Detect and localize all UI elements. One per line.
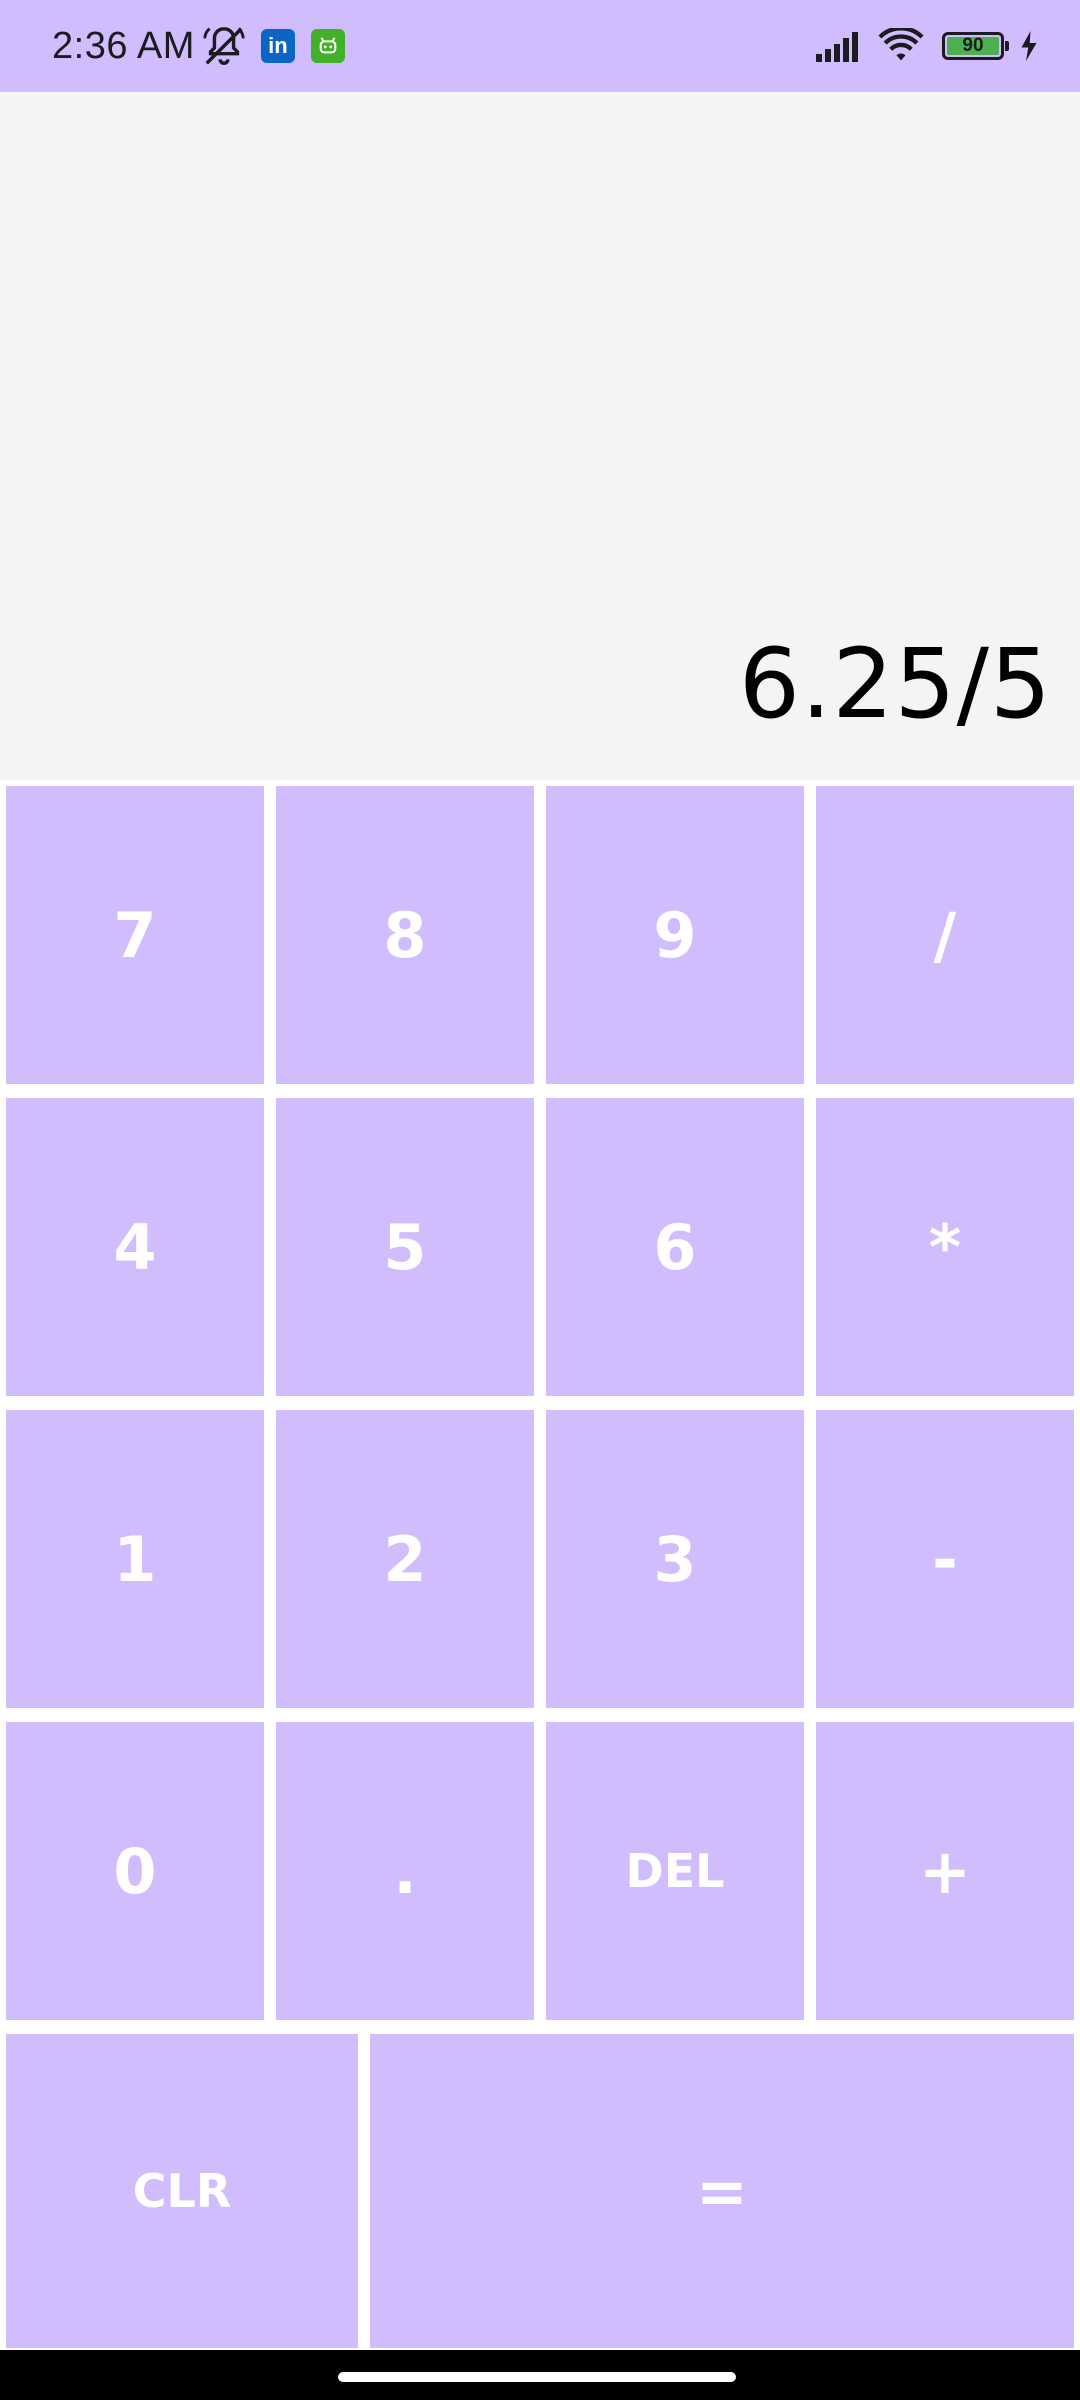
key-divide[interactable]: /	[816, 786, 1074, 1084]
robot-app-icon	[310, 29, 345, 63]
key-add[interactable]: +	[816, 1722, 1074, 2020]
key-7[interactable]: 7	[6, 786, 264, 1084]
key-4[interactable]: 4	[6, 1098, 264, 1396]
key-delete[interactable]: DEL	[546, 1722, 804, 2020]
signal-icon	[816, 32, 858, 62]
status-time: 2:36 AM	[52, 24, 195, 67]
key-6[interactable]: 6	[546, 1098, 804, 1396]
linkedin-icon: in	[260, 29, 295, 63]
key-1[interactable]: 1	[6, 1410, 264, 1708]
calculator-display: 6.25/5	[0, 92, 1080, 780]
status-bar-right: 90	[814, 28, 1040, 64]
key-9[interactable]: 9	[546, 786, 804, 1084]
home-indicator[interactable]	[338, 2372, 736, 2382]
status-bar-left: 2:36 AM in	[52, 23, 814, 69]
key-decimal[interactable]: .	[276, 1722, 534, 2020]
status-bar: 2:36 AM in 90	[0, 0, 1080, 92]
key-8[interactable]: 8	[276, 786, 534, 1084]
charging-icon	[1021, 31, 1037, 61]
key-0[interactable]: 0	[6, 1722, 264, 2020]
key-5[interactable]: 5	[276, 1098, 534, 1396]
muted-bell-icon	[203, 27, 245, 65]
navigation-bar	[0, 2350, 1080, 2400]
battery-icon: 90	[942, 32, 1009, 60]
keypad: 7 8 9 / 4 5 6 * 1 2 3 - 0 . DEL + CLR =	[0, 780, 1080, 2350]
key-multiply[interactable]: *	[816, 1098, 1074, 1396]
key-2[interactable]: 2	[276, 1410, 534, 1708]
key-3[interactable]: 3	[546, 1410, 804, 1708]
key-clear[interactable]: CLR	[6, 2034, 358, 2348]
key-equals[interactable]: =	[370, 2034, 1074, 2348]
key-subtract[interactable]: -	[816, 1410, 1074, 1708]
expression-text: 6.25/5	[738, 628, 1052, 740]
battery-level: 90	[947, 35, 999, 56]
wifi-icon	[878, 28, 924, 61]
